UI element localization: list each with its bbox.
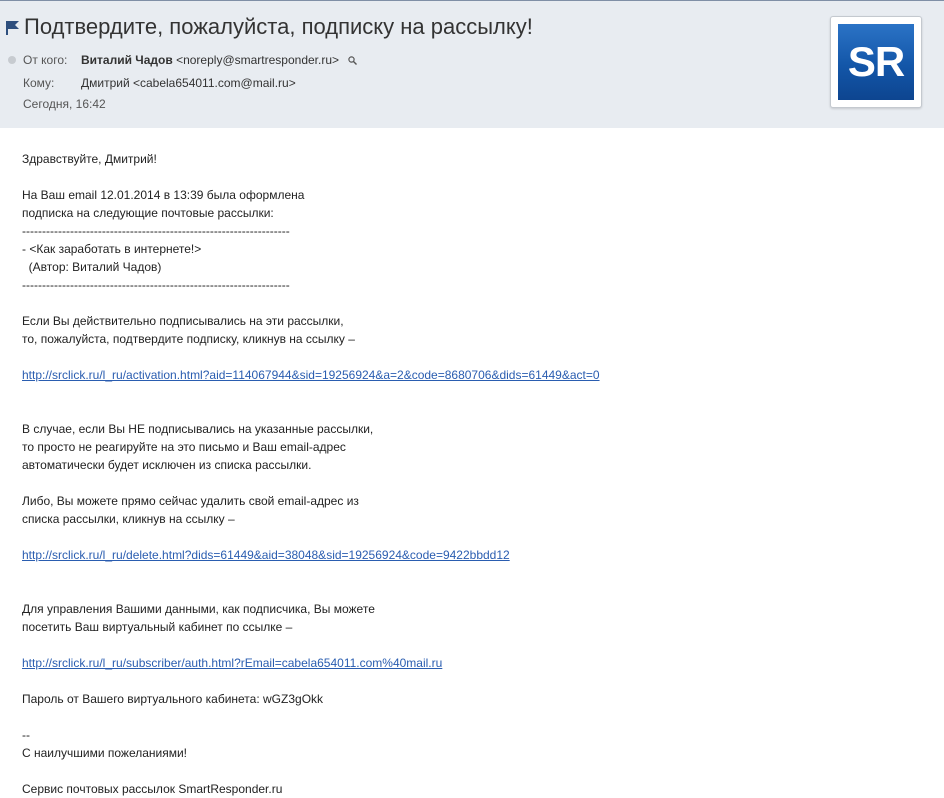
to-label: Кому: [23,76,55,90]
message-subject: Подтвердите, пожалуйста, подписку на рас… [24,14,533,39]
delete-instructions: Либо, Вы можете прямо сейчас удалить сво… [22,494,359,526]
message-header: Подтвердите, пожалуйста, подписку на рас… [0,1,944,128]
sender-logo: SR [830,16,922,108]
search-icon[interactable] [348,56,358,65]
recipient[interactable]: Дмитрий <cabela654011.com@mail.ru> [81,76,296,90]
delete-link[interactable]: http://srclick.ru/l_ru/delete.html?dids=… [22,546,510,564]
message-date: Сегодня, 16:42 [23,97,106,111]
ignore-instructions: В случае, если Вы НЕ подписывались на ук… [22,422,374,472]
sender-logo-text: SR [838,24,914,100]
from-field[interactable]: Виталий Чадов <noreply@smartresponder.ru… [81,53,358,67]
from-label: От кого: [23,53,68,67]
sender-email[interactable]: <noreply@smartresponder.ru> [176,53,339,67]
flag-icon[interactable] [6,21,19,35]
greeting: Здравствуйте, Дмитрий! [22,152,157,166]
password-info: Пароль от Вашего виртуального кабинета: … [22,692,324,706]
activation-link[interactable]: http://srclick.ru/l_ru/activation.html?a… [22,366,600,384]
cabinet-instructions: Для управления Вашими данными, как подпи… [22,602,375,634]
cabinet-link[interactable]: http://srclick.ru/l_ru/subscriber/auth.h… [22,654,442,672]
dot-icon[interactable] [8,56,16,64]
sender-name[interactable]: Виталий Чадов [81,53,173,67]
confirm-instructions: Если Вы действительно подписывались на э… [22,314,355,346]
subscription-info: На Ваш email 12.01.2014 в 13:39 была офо… [22,188,305,292]
footer-service: Сервис почтовых рассылок SmartResponder.… [22,782,283,796]
signature: -- С наилучшими пожеланиями! [22,728,188,760]
